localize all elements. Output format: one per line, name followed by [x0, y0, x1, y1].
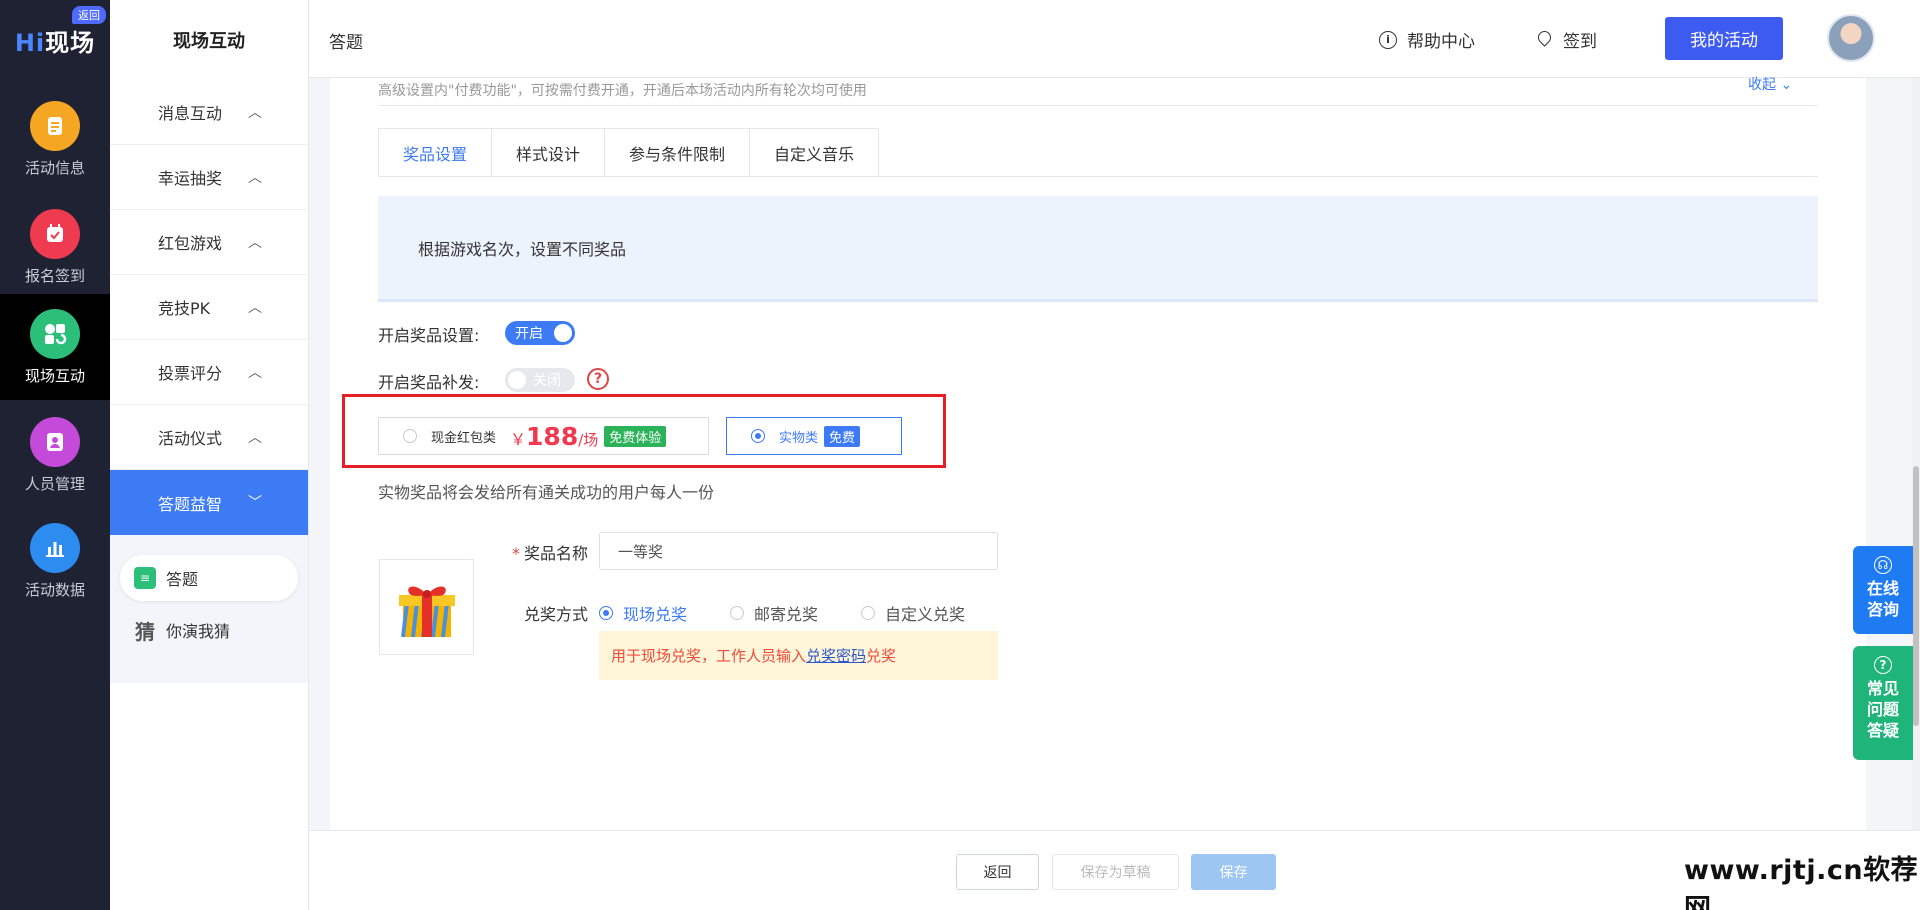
logo-text: Hi现场 — [14, 28, 96, 57]
prize-name-input[interactable]: 一等奖 — [599, 532, 998, 570]
tab-participation-limits[interactable]: 参与条件限制 — [605, 129, 751, 177]
rail-item-label: 活动数据 — [24, 580, 85, 599]
menu-item-lottery[interactable]: 幸运抽奖 ︿ — [110, 145, 308, 210]
paid-feature-hint: 高级设置内"付费功能"，可按需付费开通，开通后本场活动内所有轮次均可使用 — [378, 83, 867, 99]
chevron-up-icon: ︿ — [248, 170, 262, 186]
menu-item-vote[interactable]: 投票评分 ︿ — [110, 340, 308, 405]
prize-image[interactable] — [379, 559, 474, 655]
chevron-up-icon: ︿ — [248, 105, 262, 121]
redeem-tip: 用于现场兑奖，工作人员输入 兑奖密码 兑奖 — [599, 631, 998, 680]
content-card: 高级设置内"付费功能"，可按需付费开通，开通后本场活动内所有轮次均可使用 收起 … — [330, 77, 1866, 830]
info-icon: i — [1379, 30, 1397, 49]
online-consult-button[interactable]: ☊ 在线 咨询 — [1853, 546, 1913, 634]
info-banner: 根据游戏名次，设置不同奖品 — [378, 196, 1818, 302]
bar-chart-icon — [30, 522, 80, 573]
faq-button[interactable]: ? 常见 问题 答疑 — [1853, 646, 1913, 760]
location-pin-icon — [1537, 31, 1551, 49]
top-header: 答题 i 帮助中心 签到 我的活动 — [309, 0, 1920, 78]
avatar[interactable] — [1827, 14, 1875, 62]
chevron-up-icon: ︿ — [248, 300, 262, 316]
radio-custom[interactable] — [861, 606, 875, 620]
headset-icon: ☊ — [1874, 556, 1892, 574]
chevron-up-icon: ︿ — [248, 365, 262, 381]
menu-item-redpacket[interactable]: 红包游戏 ︿ — [110, 210, 308, 275]
collapse-link[interactable]: 收起 ⌄ — [1748, 74, 1792, 94]
left-rail: Hi现场 返回 活动信息 报名签到 现场互动 人员管理 活动数据 — [0, 0, 110, 910]
help-center-link[interactable]: i 帮助中心 — [1379, 27, 1475, 52]
redeem-custom-option[interactable]: 自定义兑奖 — [861, 601, 965, 625]
prize-type-physical[interactable]: 实物类 免费 — [726, 417, 902, 455]
divider — [378, 105, 1818, 106]
prize-switch-label: 开启奖品设置: — [378, 326, 480, 345]
divider — [378, 176, 1818, 177]
calendar-check-icon — [30, 208, 80, 259]
free-badge: 免费 — [824, 425, 861, 447]
prize-reissue-toggle[interactable]: 关闭 — [505, 368, 575, 392]
person-icon — [30, 416, 80, 467]
cash-price: ￥ 188/场 — [510, 421, 599, 451]
redeem-onsite-option[interactable]: 现场兑奖 — [599, 601, 687, 625]
chevron-down-icon: ﹀ — [248, 495, 262, 511]
prize-settings-toggle[interactable]: 开启 — [505, 321, 575, 345]
settings-tabs: 奖品设置 样式设计 参与条件限制 自定义音乐 — [378, 128, 880, 177]
quiz-submenu: ≡ 答题 猜 你演我猜 — [110, 535, 308, 683]
chevron-up-icon: ︿ — [248, 430, 262, 446]
menu-item-message[interactable]: 消息互动 ︿ — [110, 80, 308, 145]
prize-type-cash[interactable]: 现金红包类 ￥ 188/场 免费体验 — [378, 417, 709, 455]
tab-prize-settings[interactable]: 奖品设置 — [379, 129, 493, 177]
question-icon: ? — [1874, 656, 1892, 674]
radio-mail[interactable] — [730, 606, 744, 620]
footer-bar: 返回 保存为草稿 保存 — [309, 830, 1920, 910]
app-logo[interactable]: Hi现场 返回 — [0, 0, 110, 80]
physical-prize-desc: 实物奖品将会发给所有通关成功的用户每人一份 — [378, 483, 715, 502]
tab-style-design[interactable]: 样式设计 — [492, 129, 606, 177]
menu-item-quiz[interactable]: 答题益智 ﹀ — [110, 470, 308, 535]
radio-cash[interactable] — [403, 429, 417, 443]
rail-item-people[interactable]: 人员管理 — [0, 402, 110, 508]
interaction-menu: 现场互动 消息互动 ︿ 幸运抽奖 ︿ 红包游戏 ︿ 竞技PK ︿ 投票评分 ︿ 活动仪式 ︿… — [110, 0, 309, 910]
reissue-switch-label: 开启奖品补发: — [378, 373, 480, 392]
page-title: 答题 — [329, 33, 363, 53]
signin-link[interactable]: 签到 — [1537, 27, 1597, 52]
free-trial-badge: 免费体验 — [604, 425, 667, 447]
rail-item-data[interactable]: 活动数据 — [0, 508, 110, 614]
submenu-item-charades[interactable]: 猜 你演我猜 — [120, 607, 298, 653]
my-activity-button[interactable]: 我的活动 — [1665, 17, 1783, 60]
radio-onsite[interactable] — [599, 606, 613, 620]
save-draft-button[interactable]: 保存为草稿 — [1052, 854, 1179, 890]
guess-icon: 猜 — [135, 619, 155, 644]
menu-title: 现场互动 — [173, 31, 245, 52]
return-tag[interactable]: 返回 — [72, 6, 106, 24]
menu-item-ceremony[interactable]: 活动仪式 ︿ — [110, 405, 308, 470]
submenu-item-quiz[interactable]: ≡ 答题 — [120, 555, 298, 601]
rail-item-label: 人员管理 — [24, 474, 85, 493]
document-icon — [30, 100, 80, 151]
rail-item-label: 活动信息 — [24, 158, 85, 177]
rail-item-label: 现场互动 — [24, 366, 85, 385]
rail-item-label: 报名签到 — [24, 266, 85, 285]
help-icon[interactable]: ? — [587, 368, 609, 390]
rail-item-live-interaction[interactable]: 现场互动 — [0, 294, 110, 400]
gift-box-icon — [398, 586, 455, 638]
app-root: Hi现场 返回 活动信息 报名签到 现场互动 人员管理 活动数据 现场互动 消息… — [0, 0, 1920, 910]
save-button[interactable]: 保存 — [1191, 854, 1276, 890]
chevron-up-icon: ︿ — [248, 235, 262, 251]
back-button[interactable]: 返回 — [956, 854, 1039, 890]
scrollbar-thumb[interactable] — [1913, 466, 1919, 726]
quiz-icon: ≡ — [134, 567, 156, 589]
rail-item-registration[interactable]: 报名签到 — [0, 194, 110, 300]
redeem-method-label: 兑奖方式 — [523, 605, 588, 624]
interaction-icon — [30, 308, 80, 359]
redeem-mail-option[interactable]: 邮寄兑奖 — [730, 601, 818, 625]
prize-name-label: * 奖品名称 — [511, 544, 588, 563]
menu-item-pk[interactable]: 竞技PK ︿ — [110, 275, 308, 340]
redeem-password-link[interactable]: 兑奖密码 — [806, 645, 866, 666]
scrollbar[interactable] — [1912, 78, 1920, 830]
radio-physical[interactable] — [751, 429, 765, 443]
rail-item-activity-info[interactable]: 活动信息 — [0, 86, 110, 192]
watermark: www.rjtj.cn软荐网 — [1684, 855, 1919, 910]
tab-custom-music[interactable]: 自定义音乐 — [750, 129, 879, 177]
